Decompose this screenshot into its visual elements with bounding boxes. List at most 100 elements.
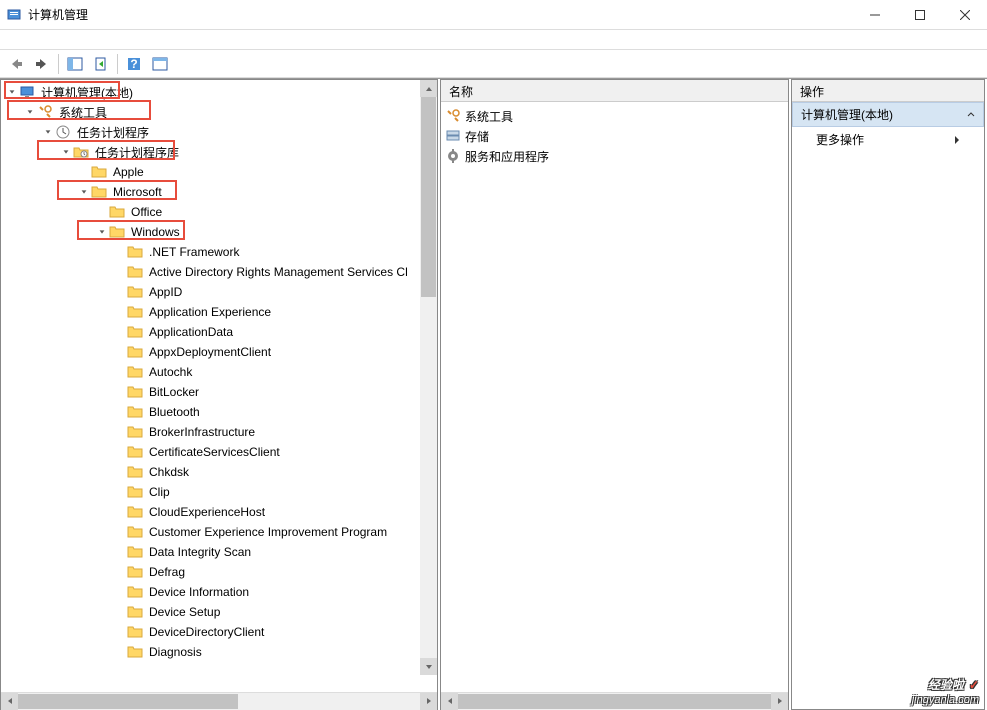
node-label: Clip	[147, 484, 172, 500]
minimize-button[interactable]	[852, 0, 897, 30]
list-item-label: 服务和应用程序	[465, 148, 549, 165]
list-header[interactable]: 名称	[441, 80, 788, 102]
node-label: ApplicationData	[147, 324, 235, 340]
node-label: Application Experience	[147, 304, 273, 320]
tree-item-20[interactable]: Diagnosis	[1, 642, 437, 662]
node-icon	[127, 584, 143, 600]
list-item[interactable]: 服务和应用程序	[445, 146, 784, 166]
node-label: 计算机管理(本地)	[39, 83, 135, 102]
tree-item-12[interactable]: Clip	[1, 482, 437, 502]
node-icon	[127, 244, 143, 260]
tree-item-3[interactable]: Application Experience	[1, 302, 437, 322]
tree-item-19[interactable]: DeviceDirectoryClient	[1, 622, 437, 642]
tree-scheduler[interactable]: 任务计划程序	[1, 122, 437, 142]
expander-icon[interactable]	[23, 105, 37, 119]
tree-item-4[interactable]: ApplicationData	[1, 322, 437, 342]
horizontal-scrollbar[interactable]	[1, 692, 437, 709]
node-label: Defrag	[147, 564, 187, 580]
node-label: Office	[129, 204, 164, 220]
node-icon	[19, 84, 35, 100]
list-item-icon	[445, 128, 461, 144]
action-pane: 操作 计算机管理(本地) 更多操作	[791, 79, 985, 710]
expander-icon[interactable]	[59, 145, 73, 159]
collapse-icon	[967, 111, 975, 119]
tree-item-1[interactable]: Active Directory Rights Management Servi…	[1, 262, 437, 282]
separator	[117, 54, 118, 74]
action-context-label: 计算机管理(本地)	[801, 106, 893, 123]
tree-root[interactable]: 计算机管理(本地)	[1, 82, 437, 102]
node-icon	[127, 464, 143, 480]
show-hide-button[interactable]	[63, 52, 87, 76]
export-button[interactable]	[89, 52, 113, 76]
list-item-icon	[445, 108, 461, 124]
node-icon	[37, 104, 53, 120]
tree-item-11[interactable]: Chkdsk	[1, 462, 437, 482]
close-button[interactable]	[942, 0, 987, 30]
tree-apple[interactable]: Apple	[1, 162, 437, 182]
tree-item-10[interactable]: CertificateServicesClient	[1, 442, 437, 462]
tree-item-14[interactable]: Customer Experience Improvement Program	[1, 522, 437, 542]
list-pane: 名称 系统工具存储服务和应用程序	[440, 79, 789, 710]
expander-icon[interactable]	[41, 125, 55, 139]
node-icon	[127, 384, 143, 400]
back-button[interactable]	[4, 52, 28, 76]
node-icon	[127, 544, 143, 560]
list-item[interactable]: 系统工具	[445, 106, 784, 126]
tree-item-2[interactable]: AppID	[1, 282, 437, 302]
node-icon	[127, 484, 143, 500]
expander-icon[interactable]	[95, 225, 109, 239]
tree-item-7[interactable]: BitLocker	[1, 382, 437, 402]
tree-item-13[interactable]: CloudExperienceHost	[1, 502, 437, 522]
node-icon	[127, 284, 143, 300]
tree-windows[interactable]: Windows	[1, 222, 437, 242]
node-label: 任务计划程序	[75, 123, 151, 142]
node-label: Apple	[111, 164, 146, 180]
node-label: Data Integrity Scan	[147, 544, 253, 560]
titlebar: 计算机管理	[0, 0, 987, 30]
node-label: 任务计划程序库	[93, 143, 181, 162]
watermark: 经验啦 ✓ jingyanla.com	[912, 673, 979, 706]
tree-item-5[interactable]: AppxDeploymentClient	[1, 342, 437, 362]
expander-icon[interactable]	[77, 185, 91, 199]
node-label: CloudExperienceHost	[147, 504, 267, 520]
help-button[interactable]: ?	[122, 52, 146, 76]
tree-microsoft[interactable]: Microsoft	[1, 182, 437, 202]
node-icon	[127, 644, 143, 660]
tree-item-16[interactable]: Defrag	[1, 562, 437, 582]
node-icon	[127, 344, 143, 360]
vertical-scrollbar[interactable]	[420, 80, 437, 675]
tree-item-15[interactable]: Data Integrity Scan	[1, 542, 437, 562]
tree-item-17[interactable]: Device Information	[1, 582, 437, 602]
tree-schedlib[interactable]: 任务计划程序库	[1, 142, 437, 162]
horizontal-scrollbar[interactable]	[441, 692, 788, 709]
list-body: 系统工具存储服务和应用程序	[441, 102, 788, 692]
action-context-title[interactable]: 计算机管理(本地)	[792, 102, 984, 127]
node-label: Autochk	[147, 364, 194, 380]
node-icon	[127, 324, 143, 340]
tree-item-9[interactable]: BrokerInfrastructure	[1, 422, 437, 442]
tree-item-18[interactable]: Device Setup	[1, 602, 437, 622]
node-icon	[127, 564, 143, 580]
tree-office[interactable]: Office	[1, 202, 437, 222]
expander-icon[interactable]	[5, 85, 19, 99]
node-label: Customer Experience Improvement Program	[147, 524, 389, 540]
forward-button[interactable]	[30, 52, 54, 76]
node-icon	[127, 604, 143, 620]
tree-systools[interactable]: 系统工具	[1, 102, 437, 122]
tree-item-8[interactable]: Bluetooth	[1, 402, 437, 422]
node-icon	[127, 264, 143, 280]
scroll-down-button[interactable]	[420, 658, 437, 675]
action-more[interactable]: 更多操作	[792, 127, 984, 152]
tree-item-6[interactable]: Autochk	[1, 362, 437, 382]
scroll-up-button[interactable]	[420, 80, 437, 97]
node-icon	[91, 184, 107, 200]
window-title: 计算机管理	[28, 6, 852, 23]
maximize-button[interactable]	[897, 0, 942, 30]
tree-pane: 计算机管理(本地)系统工具任务计划程序任务计划程序库 Apple Microsoft…	[0, 79, 438, 710]
list-item[interactable]: 存储	[445, 126, 784, 146]
tree-item-0[interactable]: .NET Framework	[1, 242, 437, 262]
node-label: Device Information	[147, 584, 251, 600]
menubar[interactable]	[0, 30, 987, 50]
properties-button[interactable]	[148, 52, 172, 76]
node-label: DeviceDirectoryClient	[147, 624, 266, 640]
